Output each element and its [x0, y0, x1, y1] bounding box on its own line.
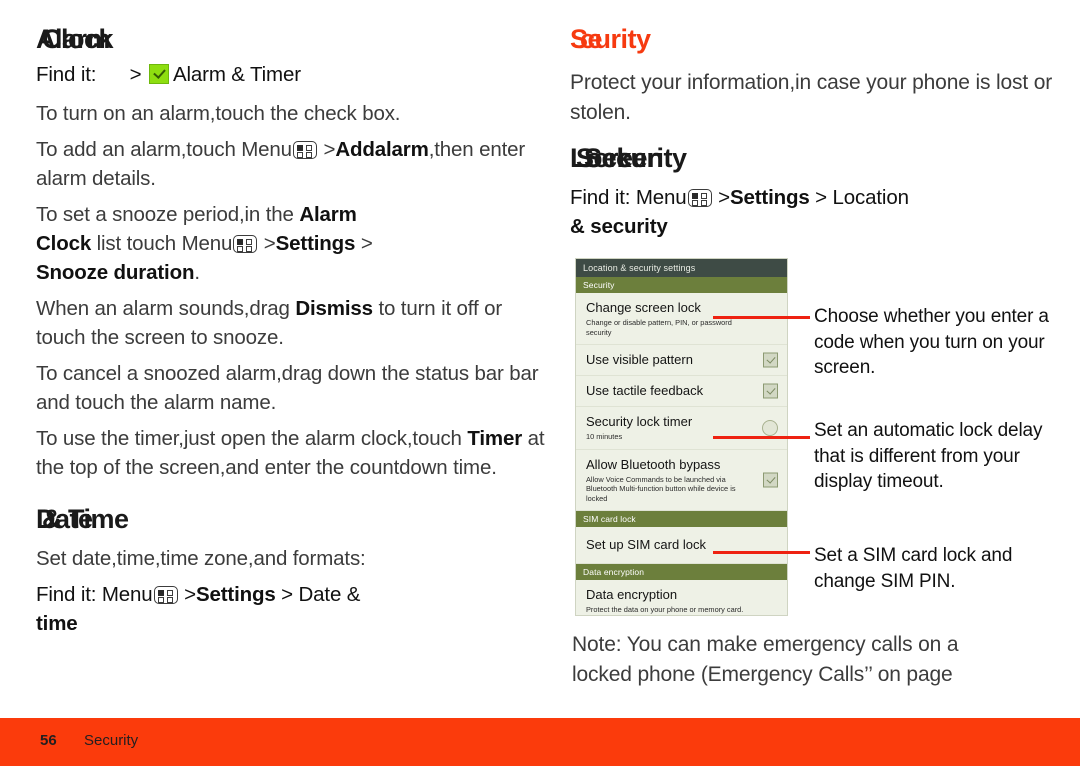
- right-column: Se curity Protect your information,in ca…: [570, 22, 1070, 251]
- date-time-find-it: Find it: Menu >Settings > Date & time: [36, 580, 556, 638]
- heading-part-b: & Time: [42, 504, 129, 534]
- callout-line-2: [713, 436, 810, 439]
- find-it-separator: >: [129, 63, 142, 86]
- row-title: Data encryption: [586, 587, 678, 602]
- left-column: Alarm Clock Find it: > Alarm & Timer To …: [36, 22, 556, 648]
- note-line-1: Note: You can make emergency calls on a: [572, 633, 959, 656]
- text-run-bold: Alarm: [299, 203, 357, 226]
- callout-line-3: [713, 551, 810, 554]
- date-time-heading: Date & Time: [36, 502, 556, 536]
- paragraph-snooze-period: To set a snooze period,in the Alarm Clock…: [36, 200, 556, 287]
- security-heading: Se curity: [570, 22, 1070, 56]
- paragraph-turn-on-alarm: To turn on an alarm,touch the check box.: [36, 99, 556, 128]
- text-run: To cancel a snoozed alarm,drag down the …: [36, 362, 539, 414]
- screenshot-row-use-tactile-feedback[interactable]: Use tactile feedback: [576, 376, 787, 407]
- screenshot-row-allow-bluetooth-bypass[interactable]: Allow Bluetooth bypass Allow Voice Comma…: [576, 449, 787, 511]
- callout-line-1: [713, 316, 810, 319]
- security-intro: Protect your information,in case your ph…: [570, 71, 1053, 124]
- radio-icon[interactable]: [762, 419, 778, 436]
- text-run: list touch Menu: [91, 232, 233, 255]
- menu-word: Menu: [635, 186, 687, 209]
- page-footer: 56 Security: [0, 718, 1080, 766]
- text-run-bold: Add: [335, 138, 375, 161]
- text-run: To set a snooze period,in the: [36, 203, 300, 226]
- path-sep-1: >: [184, 583, 196, 606]
- heading-part-b: curity: [580, 24, 651, 54]
- heading-part-b: Clock: [42, 24, 114, 54]
- screenshot-row-data-encryption[interactable]: Data encryption Protect the data on your…: [576, 580, 787, 615]
- green-check-icon: [148, 64, 169, 84]
- paragraph-cancel-snoozed: To cancel a snoozed alarm,drag down the …: [36, 359, 556, 417]
- footer-section-label: Security: [84, 732, 139, 749]
- find-it-target: Alarm & Timer: [172, 63, 301, 86]
- row-title: Allow Bluetooth bypass: [586, 456, 721, 472]
- text-run-bold: Dismiss: [295, 297, 373, 320]
- path-security: & security: [570, 215, 668, 238]
- callout-text-1: Choose whether you enter a code when you…: [814, 306, 1049, 378]
- paragraph-use-timer: To use the timer,just open the alarm clo…: [36, 424, 556, 482]
- text-run-bold: Settings: [275, 232, 356, 255]
- text-run: To use the timer,just open the alarm clo…: [36, 427, 468, 450]
- callout-text-2: Set an automatic lock delay that is diff…: [814, 420, 1043, 492]
- screenshot-title-bar: Location & security settings: [576, 259, 787, 277]
- text-run-bold: Snooze duration: [36, 261, 195, 284]
- text-run: When an alarm sounds,drag: [36, 297, 296, 320]
- security-find-it: Find it: Menu >Settings > Location & sec…: [570, 183, 1070, 241]
- screenshot-section-header-security: Security: [576, 277, 787, 293]
- menu-word: Menu: [101, 583, 153, 606]
- emergency-calls-note: Note: You can make emergency calls on a …: [572, 630, 1080, 690]
- menu-icon: [233, 235, 258, 253]
- text-run: To add an alarm,touch Menu: [36, 138, 292, 161]
- row-subtitle: Allow Voice Commands to be launched via …: [586, 474, 736, 503]
- row-title: Use tactile feedback: [586, 383, 704, 398]
- screenshot-row-change-screen-lock[interactable]: Change screen lock Change or disable pat…: [576, 293, 787, 345]
- callout-text-3: Set a SIM card lock and change SIM PIN.: [814, 545, 1013, 592]
- path-settings: Settings: [195, 583, 276, 606]
- text-run: >: [258, 232, 276, 255]
- checkbox-icon[interactable]: [763, 472, 778, 488]
- lock-screen-security-heading: Lock Screen Security: [570, 141, 1070, 175]
- screenshot-row-security-lock-timer[interactable]: Security lock timer 10 minutes: [576, 407, 787, 450]
- text-run-bold: Clock: [36, 232, 92, 255]
- row-title: Change screen lock: [586, 300, 701, 315]
- path-date: > Date &: [281, 583, 361, 606]
- find-it-label: Find it:: [36, 63, 97, 86]
- text-run: >: [317, 138, 336, 161]
- find-it-label: Find it:: [570, 186, 631, 209]
- checkbox-icon[interactable]: [763, 352, 778, 368]
- date-time-intro: Set date,time,time zone,and formats:: [36, 547, 366, 570]
- text-run-bold: Timer: [467, 427, 523, 450]
- text-run-bold: alarm: [374, 138, 429, 161]
- guide-page: Alarm Clock Find it: > Alarm & Timer To …: [0, 0, 1080, 766]
- text-run: To turn on an alarm,touch the check box.: [36, 102, 401, 125]
- menu-icon: [687, 189, 712, 207]
- row-subtitle: Change or disable pattern, PIN, or passw…: [586, 318, 732, 337]
- note-line-2: locked phone (Emergency Calls’’ on page: [572, 663, 953, 686]
- path-settings: Settings: [729, 186, 810, 209]
- alarm-find-it: Find it: > Alarm & Timer: [36, 60, 556, 89]
- path-time: time: [36, 612, 78, 635]
- screenshot-row-use-visible-pattern[interactable]: Use visible pattern: [576, 345, 787, 376]
- checkbox-icon[interactable]: [763, 383, 778, 399]
- row-title: Use visible pattern: [586, 352, 693, 367]
- menu-icon: [292, 141, 317, 159]
- screenshot-section-header-sim-card-lock: SIM card lock: [576, 511, 787, 527]
- path-location: > Location: [815, 186, 909, 209]
- screenshot-row-set-up-sim-card-lock[interactable]: Set up SIM card lock: [576, 527, 787, 564]
- row-subtitle: Protect the data on your phone or memory…: [586, 605, 744, 615]
- path-sep-1: >: [718, 186, 730, 209]
- row-title: Security lock timer: [586, 414, 693, 429]
- text-run: >: [355, 232, 373, 255]
- text-run: .: [194, 261, 200, 284]
- paragraph-alarm-sounds: When an alarm sounds,drag Dismiss to tur…: [36, 294, 556, 352]
- menu-icon: [153, 586, 178, 604]
- footer-page-number: 56: [40, 732, 57, 749]
- paragraph-add-alarm: To add an alarm,touch Menu >Addalarm,the…: [36, 135, 556, 193]
- find-it-label: Find it:: [36, 583, 97, 606]
- alarm-clock-heading: Alarm Clock: [36, 22, 556, 56]
- heading-part-c: Security: [584, 143, 687, 173]
- screenshot-section-header-data-encryption: Data encryption: [576, 564, 787, 580]
